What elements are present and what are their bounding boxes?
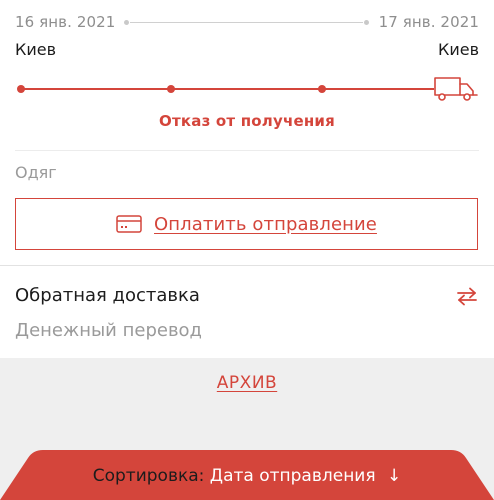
credit-card-icon <box>116 215 142 233</box>
date-connector-end-dot <box>364 20 369 25</box>
date-connector <box>130 22 363 23</box>
return-delivery-section[interactable]: Обратная доставка Денежный перевод <box>0 266 494 358</box>
archive-link[interactable]: АРХИВ <box>0 373 494 393</box>
divider <box>15 150 479 151</box>
shipment-status: Отказ от получения <box>159 112 335 130</box>
progress-step-3 <box>318 85 326 93</box>
date-connector-start-dot <box>124 20 129 25</box>
swap-arrows-icon[interactable] <box>455 286 479 306</box>
sort-control[interactable]: Сортировка: Дата отправления ↓ <box>0 466 494 486</box>
arrival-date: 17 янв. 2021 <box>378 13 479 31</box>
progress-track <box>21 88 434 90</box>
departure-city: Киев <box>15 40 57 59</box>
sort-value: Дата отправления <box>209 466 376 486</box>
page: 16 янв. 2021 17 янв. 2021 Киев Киев Отка… <box>0 0 494 500</box>
departure-date: 16 янв. 2021 <box>15 13 116 31</box>
shipment-description: Одяг <box>15 163 57 182</box>
sort-direction-icon: ↓ <box>387 466 402 486</box>
sort-label: Сортировка: <box>92 466 205 486</box>
return-delivery-title: Обратная доставка <box>15 285 200 306</box>
arrival-city: Киев <box>437 40 479 59</box>
shipment-card[interactable]: 16 янв. 2021 17 янв. 2021 Киев Киев Отка… <box>0 0 494 266</box>
truck-icon <box>434 77 478 101</box>
pay-shipment-label: Оплатить отправление <box>154 213 377 235</box>
pay-shipment-button[interactable]: Оплатить отправление <box>15 198 478 250</box>
progress-step-1 <box>17 85 25 93</box>
progress-step-2 <box>167 85 175 93</box>
money-transfer-label: Денежный перевод <box>15 320 203 341</box>
